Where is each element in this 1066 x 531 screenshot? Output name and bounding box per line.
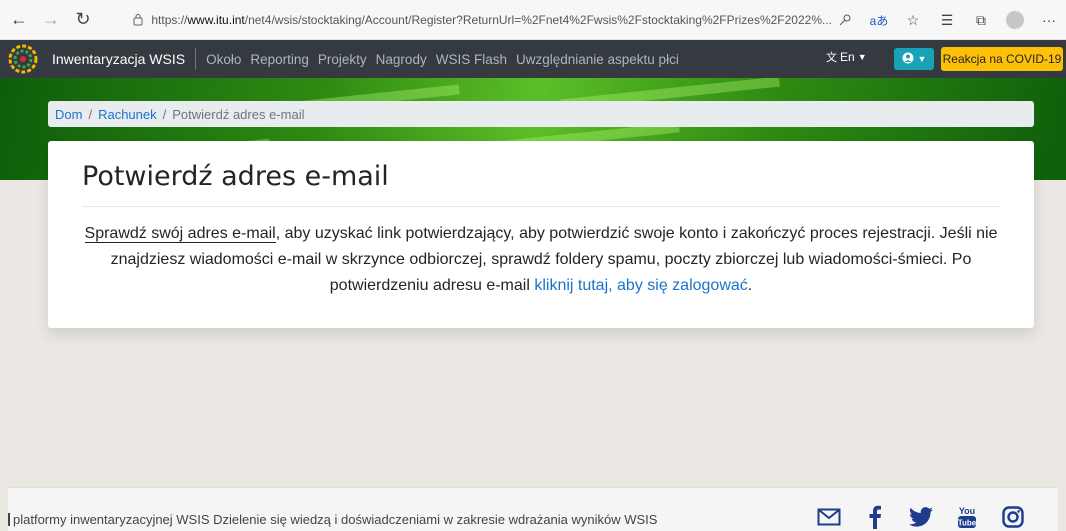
browser-toolbar: ← → ↻ https://www.itu.int/net4/wsis/stoc… xyxy=(0,0,1066,40)
user-icon xyxy=(902,52,914,67)
instagram-icon[interactable] xyxy=(1000,504,1026,530)
footer-text: platformy inwentaryzacyjnej WSIS Dzielen… xyxy=(13,512,658,527)
chevron-down-icon: ▼ xyxy=(857,52,867,62)
breadcrumb-separator: / xyxy=(162,106,167,122)
youtube-icon[interactable]: You Tube xyxy=(954,504,980,530)
nav-link-reporting[interactable]: Reporting xyxy=(250,52,309,67)
message-end: . xyxy=(747,277,753,294)
back-icon[interactable]: ← xyxy=(6,7,32,33)
breadcrumb: Dom / Rachunek / Potwierdź adres e-mail xyxy=(48,101,1034,127)
check-email-text: Sprawdź swój adres e-mail xyxy=(84,225,276,243)
nav-link-prizes[interactable]: Nagrody xyxy=(376,52,427,67)
wsis-logo-icon[interactable] xyxy=(8,44,38,74)
email-icon[interactable] xyxy=(816,504,842,530)
favorite-icon[interactable]: ☆ xyxy=(902,9,924,31)
nav-link-wsis-flash[interactable]: WSIS Flash xyxy=(436,52,507,67)
url-host: www.itu.int xyxy=(187,13,245,27)
language-label: En xyxy=(840,50,855,64)
collections-icon[interactable]: ⧉ xyxy=(970,9,992,31)
lock-icon xyxy=(132,13,145,27)
svg-text:Tube: Tube xyxy=(958,519,977,528)
profile-button[interactable] xyxy=(1004,9,1026,31)
forward-icon[interactable]: → xyxy=(38,7,64,33)
nav-links: Około Reporting Projekty Nagrody WSIS Fl… xyxy=(206,52,679,67)
footer-bar xyxy=(8,513,10,526)
svg-text:You: You xyxy=(959,506,975,516)
key-icon[interactable] xyxy=(834,9,856,31)
chevron-down-icon: ▼ xyxy=(917,54,927,64)
url-prefix: https:// xyxy=(151,13,188,27)
language-dropdown[interactable]: 文 En ▼ xyxy=(826,49,867,65)
footer: platformy inwentaryzacyjnej WSIS Dzielen… xyxy=(8,487,1058,531)
social-links: You Tube xyxy=(816,504,1026,530)
avatar xyxy=(1006,11,1024,29)
user-menu-button[interactable]: ▼ xyxy=(894,48,934,70)
page-title: Potwierdź adres e-mail xyxy=(82,161,389,192)
twitter-icon[interactable] xyxy=(908,504,934,530)
covid-response-button[interactable]: Reakcja na COVID-19 xyxy=(941,47,1063,71)
breadcrumb-current: Potwierdź adres e-mail xyxy=(172,106,305,122)
breadcrumb-home[interactable]: Dom xyxy=(55,107,82,122)
favorites-list-icon[interactable]: ☰ xyxy=(936,9,958,31)
brand-link[interactable]: Inwentaryzacja WSIS xyxy=(52,48,197,70)
nav-link-projects[interactable]: Projekty xyxy=(318,52,367,67)
confirm-email-card: Potwierdź adres e-mail Sprawdź swój adre… xyxy=(48,141,1034,328)
site-navbar: Inwentaryzacja WSIS Około Reporting Proj… xyxy=(0,40,1066,78)
address-bar[interactable]: https://www.itu.int/net4/wsis/stocktakin… xyxy=(132,8,832,32)
refresh-icon[interactable]: ↻ xyxy=(70,7,96,33)
more-icon[interactable]: ··· xyxy=(1038,9,1060,31)
nav-link-gender[interactable]: Uwzględnianie aspektu płci xyxy=(516,52,679,67)
confirmation-message: Sprawdź swój adres e-mail, aby uzyskać l… xyxy=(68,221,1014,299)
translate-icon[interactable]: aあ xyxy=(868,9,890,31)
breadcrumb-separator: / xyxy=(88,106,93,122)
footer-text-wrap: platformy inwentaryzacyjnej WSIS Dzielen… xyxy=(8,512,657,527)
login-link[interactable]: kliknij tutaj, aby się zalogować xyxy=(534,277,747,294)
url-path: /net4/wsis/stocktaking/Account/Register?… xyxy=(244,13,832,27)
breadcrumb-account[interactable]: Rachunek xyxy=(98,107,157,122)
nav-link-about[interactable]: Około xyxy=(206,52,241,67)
language-icon: 文 xyxy=(826,52,837,64)
facebook-icon[interactable] xyxy=(862,504,888,530)
divider xyxy=(82,206,1000,207)
